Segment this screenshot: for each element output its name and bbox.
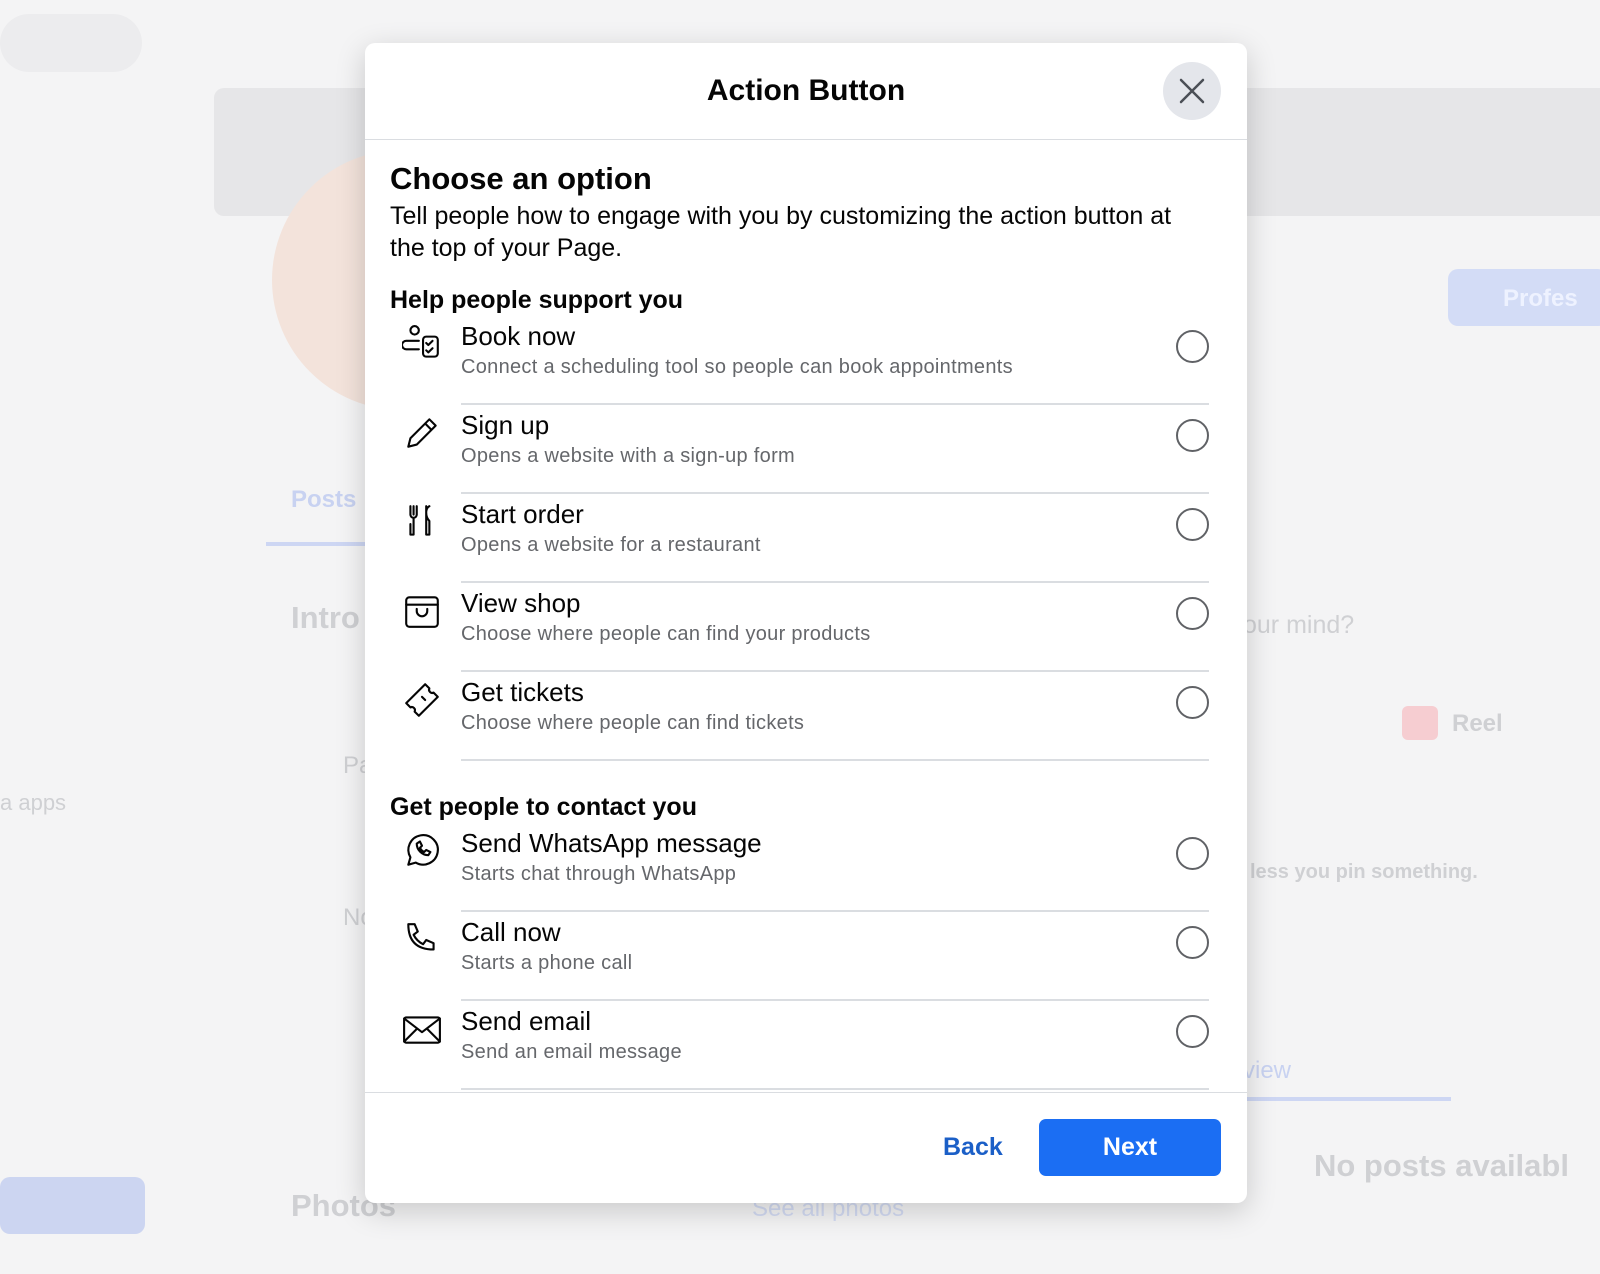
bg-intro: Intro xyxy=(291,600,360,635)
close-icon xyxy=(1179,78,1205,104)
option-group-title: Get people to contact you xyxy=(390,793,697,821)
option-text: Sign up Opens a website with a sign-up fo… xyxy=(461,405,1209,494)
option-radio[interactable] xyxy=(1176,419,1209,452)
whatsapp-icon xyxy=(390,823,461,912)
option-text: Send email Send an email message xyxy=(461,1001,1209,1090)
option-radio[interactable] xyxy=(1176,330,1209,363)
option-label: Send email xyxy=(461,1006,592,1036)
option-label: Get tickets xyxy=(461,677,584,707)
option-label: Start order xyxy=(461,499,584,529)
option-send-email[interactable]: Send email Send an email message xyxy=(390,1001,1209,1090)
option-radio[interactable] xyxy=(1176,597,1209,630)
next-button[interactable]: Next xyxy=(1039,1119,1221,1176)
option-description: Connect a scheduling tool so people can … xyxy=(461,356,1013,378)
bg-apps: a apps xyxy=(0,790,67,815)
action-button-dialog: Action Button Choose an option Tell peop… xyxy=(365,43,1247,1203)
option-start-order[interactable]: Start order Opens a website for a restaur… xyxy=(390,494,1209,583)
close-button[interactable] xyxy=(1163,62,1221,120)
dialog-content[interactable]: Choose an option Tell people how to enga… xyxy=(365,140,1247,1092)
option-description: Starts chat through WhatsApp xyxy=(461,863,737,885)
option-book-now[interactable]: Book now Connect a scheduling tool so peo… xyxy=(390,316,1209,405)
phone-icon xyxy=(390,912,461,1001)
option-view-shop[interactable]: View shop Choose where people can find yo… xyxy=(390,583,1209,672)
option-get-tickets[interactable]: Get tickets Choose where people can find … xyxy=(390,672,1209,761)
bg-no-posts: No posts availabl xyxy=(1314,1148,1569,1183)
option-radio[interactable] xyxy=(1176,837,1209,870)
ticket-icon xyxy=(390,672,461,761)
section-heading: Choose an option xyxy=(390,161,652,196)
option-send-whatsapp-message[interactable]: Send WhatsApp message Starts chat through… xyxy=(390,823,1209,912)
option-description: Send an email message xyxy=(461,1041,682,1063)
option-label: Sign up xyxy=(461,410,550,440)
option-description: Opens a website with a sign-up form xyxy=(461,445,795,467)
bg-professional: Profes xyxy=(1503,285,1578,312)
dialog-header: Action Button xyxy=(365,43,1247,140)
option-radio[interactable] xyxy=(1176,686,1209,719)
option-group-title: Help people support you xyxy=(390,286,684,314)
bg-view-underline xyxy=(1247,1097,1451,1101)
option-text: Send WhatsApp message Starts chat through… xyxy=(461,823,1209,912)
option-radio[interactable] xyxy=(1176,1015,1209,1048)
option-description: Starts a phone call xyxy=(461,952,633,974)
shopping-bag-icon xyxy=(390,583,461,672)
option-call-now[interactable]: Call now Starts a phone call xyxy=(390,912,1209,1001)
bg-posts-tab: Posts xyxy=(291,486,357,513)
book-calendar-icon xyxy=(390,316,461,405)
dialog-footer: Back Next xyxy=(365,1092,1247,1203)
bg-search xyxy=(0,14,142,72)
bg-view: view xyxy=(1243,1057,1292,1084)
option-description: Choose where people can find your produc… xyxy=(461,623,871,645)
option-text: View shop Choose where people can find yo… xyxy=(461,583,1209,672)
pencil-icon xyxy=(390,405,461,494)
bg-pin: less you pin something. xyxy=(1250,861,1478,883)
option-description: Choose where people can find tickets xyxy=(461,712,805,734)
option-text: Book now Connect a scheduling tool so peo… xyxy=(461,316,1209,405)
option-text: Start order Opens a website for a restaur… xyxy=(461,494,1209,583)
option-sign-up[interactable]: Sign up Opens a website with a sign-up fo… xyxy=(390,405,1209,494)
bg-reel: Reel xyxy=(1452,710,1503,737)
option-label: Book now xyxy=(461,321,576,351)
option-description: Opens a website for a restaurant xyxy=(461,534,761,556)
bg-tab-underline xyxy=(266,542,366,546)
envelope-icon xyxy=(390,1001,461,1090)
option-radio[interactable] xyxy=(1176,926,1209,959)
dialog-title: Action Button xyxy=(706,74,906,107)
back-button[interactable]: Back xyxy=(943,1133,1003,1162)
section-description: Tell people how to engage with you by cu… xyxy=(390,202,1172,262)
bg-reel-icon xyxy=(1402,706,1438,740)
option-text: Call now Starts a phone call xyxy=(461,912,1209,1001)
option-text: Get tickets Choose where people can find … xyxy=(461,672,1209,761)
bg-mind: our mind? xyxy=(1243,611,1355,639)
option-label: View shop xyxy=(461,588,581,618)
option-radio[interactable] xyxy=(1176,508,1209,541)
option-label: Call now xyxy=(461,917,561,947)
fork-knife-icon xyxy=(390,494,461,583)
bg-left-button xyxy=(0,1177,145,1234)
option-label: Send WhatsApp message xyxy=(461,828,762,858)
